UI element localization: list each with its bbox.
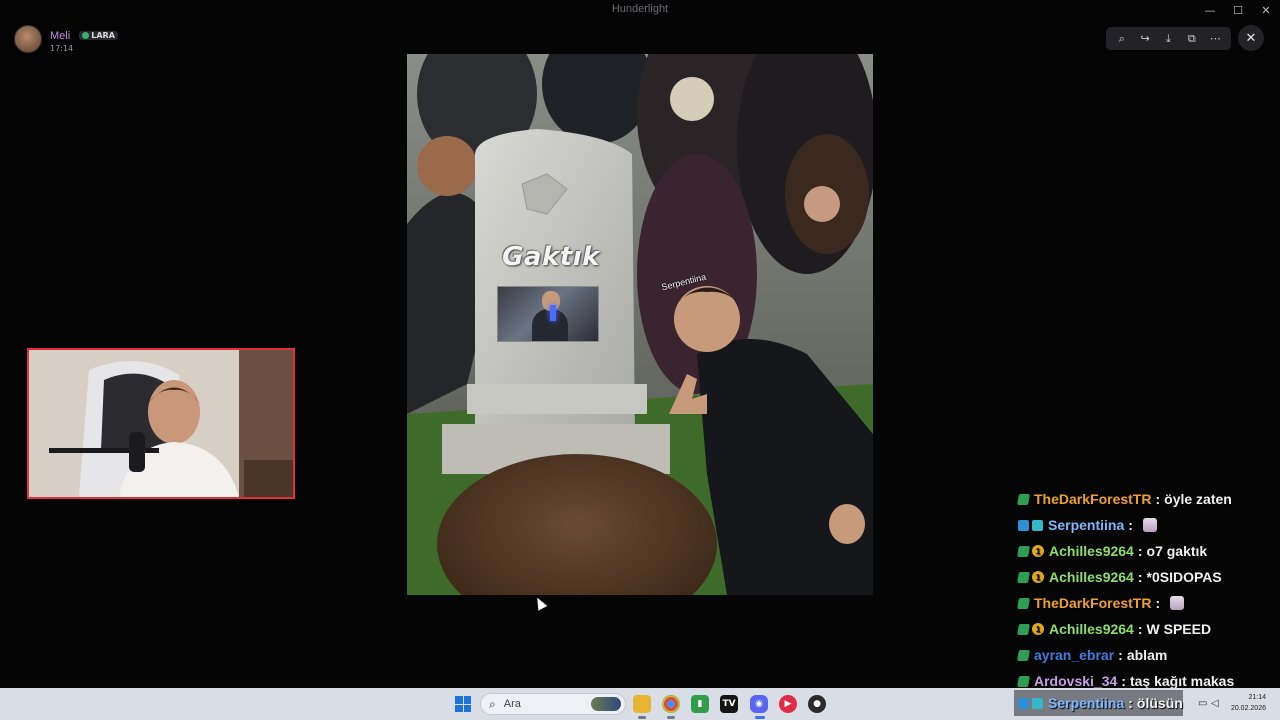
chat-username[interactable]: Serpentiina xyxy=(1048,517,1124,533)
stream-chat: TheDarkForestTR: öyle zaten Serpentiina:1 A… xyxy=(1014,486,1280,694)
search-placeholder: Ara xyxy=(503,698,521,710)
chat-username[interactable]: ayran_ebrar xyxy=(1034,647,1114,663)
close-window-icon[interactable]: ✕ xyxy=(1252,0,1280,20)
chat-message: 1 Achilles9264: *0SIDOPAS xyxy=(1014,564,1280,590)
maximize-icon[interactable]: ☐ xyxy=(1224,0,1252,20)
subscriber-badge-icon xyxy=(1017,623,1030,635)
tier-badge-icon: 1 xyxy=(1032,623,1044,635)
chat-separator: : xyxy=(1121,673,1126,689)
chat-username[interactable]: TheDarkForestTR xyxy=(1034,595,1151,611)
chrome-icon[interactable] xyxy=(662,695,680,713)
chat-username[interactable]: Achilles9264 xyxy=(1049,543,1134,559)
windows-start-icon[interactable] xyxy=(455,696,471,712)
close-viewer-button[interactable]: ✕ xyxy=(1238,25,1264,51)
volume-icon[interactable]: ◁ xyxy=(1211,698,1219,709)
chat-separator: : xyxy=(1155,491,1161,507)
moderator-badge-icon xyxy=(1018,519,1029,531)
vip-badge-icon xyxy=(1032,697,1043,709)
chat-separator: : xyxy=(1137,543,1143,559)
user-tag-label: LARA xyxy=(91,31,115,40)
chat-separator: : xyxy=(1155,595,1161,611)
chat-message: TheDarkForestTR: öyle zaten xyxy=(1014,486,1280,512)
screen: Hunderlight — ☐ ✕ Meli LARA 17:14 ⌕ ↪ ⤓ … xyxy=(0,0,1280,720)
emote-icon xyxy=(1170,596,1185,610)
chat-separator: : xyxy=(1137,621,1143,637)
chat-message: 1 Achilles9264: o7 gaktık xyxy=(1014,538,1280,564)
chat-text: ölüsün xyxy=(1136,695,1183,711)
chat-username: Serpentiina xyxy=(1048,695,1125,711)
download-icon[interactable]: ⤓ xyxy=(1160,31,1176,47)
chat-text: taş kağıt makas xyxy=(1129,673,1235,689)
user-tag: LARA xyxy=(79,31,118,40)
chat-message-last: Serpentiina : ölüsün xyxy=(1014,690,1183,716)
status-dot-icon xyxy=(82,32,90,39)
tier-badge-icon: 1 xyxy=(1032,545,1044,557)
taskbar-search[interactable]: ⌕ Ara xyxy=(480,693,626,715)
minimize-icon[interactable]: — xyxy=(1196,0,1224,20)
vip-badge-icon xyxy=(1032,519,1043,531)
discord-icon[interactable]: ◉ xyxy=(750,695,768,713)
viewer-toolbar: ⌕ ↪ ⤓ ⧉ ⋯ xyxy=(1106,27,1231,50)
avatar[interactable] xyxy=(14,24,42,53)
chat-text: o7 gaktık xyxy=(1146,543,1208,559)
file-explorer-icon[interactable] xyxy=(633,695,651,713)
subscriber-badge-icon xyxy=(1017,597,1030,609)
chat-username[interactable]: Achilles9264 xyxy=(1049,621,1134,637)
network-icon[interactable]: ▭ xyxy=(1198,698,1207,709)
chat-username[interactable]: TheDarkForestTR xyxy=(1034,491,1151,507)
emote-icon xyxy=(1142,518,1157,532)
system-tray: Serpentiina : ölüsün ▭ ◁ 21:14 20.02.202… xyxy=(1014,688,1280,720)
user-name: Meli xyxy=(50,30,71,42)
window-title: Hunderlight xyxy=(611,3,669,15)
webcam-overlay xyxy=(27,348,295,499)
chat-text: öyle zaten xyxy=(1164,491,1232,507)
tombstone-text: Gaktık xyxy=(502,242,600,272)
chat-text: *0SIDOPAS xyxy=(1146,569,1222,585)
subscriber-badge-icon xyxy=(1017,493,1030,505)
subscriber-badge-icon xyxy=(1017,571,1030,583)
close-icon: ✕ xyxy=(1245,30,1257,46)
running-indicator xyxy=(638,716,646,719)
webcam-scene xyxy=(29,350,293,497)
photo-mic xyxy=(550,305,556,321)
moderator-badge-icon xyxy=(1018,697,1029,709)
chat-message: Serpentiina: xyxy=(1014,512,1280,538)
app-icon-green[interactable]: ▮ xyxy=(691,695,709,713)
subscriber-badge-icon xyxy=(1017,675,1030,687)
chat-separator: : xyxy=(1128,695,1133,711)
user-chip[interactable]: Meli LARA 17:14 xyxy=(14,24,118,53)
chat-message: TheDarkForestTR: xyxy=(1014,590,1280,616)
app-icon-dark[interactable]: ● xyxy=(808,695,826,713)
chat-separator: : xyxy=(1137,569,1143,585)
tradingview-icon[interactable]: TV xyxy=(720,695,738,713)
running-indicator xyxy=(667,716,675,719)
more-icon[interactable]: ⋯ xyxy=(1207,31,1223,47)
subscriber-badge-icon xyxy=(1017,649,1030,661)
search-highlight-image xyxy=(591,697,621,711)
clock-time: 21:14 xyxy=(1248,694,1266,701)
clock-date: 20.02.2026 xyxy=(1230,705,1266,712)
media-player-icon[interactable]: ▶ xyxy=(779,695,797,713)
active-indicator xyxy=(755,716,765,719)
zoom-in-icon[interactable]: ⌕ xyxy=(1114,31,1130,47)
chat-message: ayran_ebrar: ablam xyxy=(1014,642,1280,668)
subscriber-badge-icon xyxy=(1017,545,1030,557)
tier-badge-icon: 1 xyxy=(1032,571,1044,583)
chat-separator: : xyxy=(1118,647,1123,663)
user-time: 17:14 xyxy=(50,44,74,53)
meme-image: Gaktık Serpentiina xyxy=(407,54,873,595)
chat-message: 1 Achilles9264: W SPEED xyxy=(1014,616,1280,642)
clock[interactable]: 21:14 20.02.2026 xyxy=(1231,692,1266,714)
chat-username[interactable]: Ardovski_34 xyxy=(1034,673,1117,689)
chat-text: W SPEED xyxy=(1146,621,1212,637)
open-external-icon[interactable]: ⧉ xyxy=(1184,31,1200,47)
meme-scene xyxy=(407,54,873,595)
window-controls: — ☐ ✕ xyxy=(1196,0,1280,20)
share-icon[interactable]: ↪ xyxy=(1137,31,1153,47)
chat-separator: : xyxy=(1128,517,1133,533)
chat-username[interactable]: Achilles9264 xyxy=(1049,569,1134,585)
tombstone-photo xyxy=(497,286,599,342)
chat-text: ablam xyxy=(1126,647,1168,663)
search-icon: ⌕ xyxy=(489,696,496,711)
